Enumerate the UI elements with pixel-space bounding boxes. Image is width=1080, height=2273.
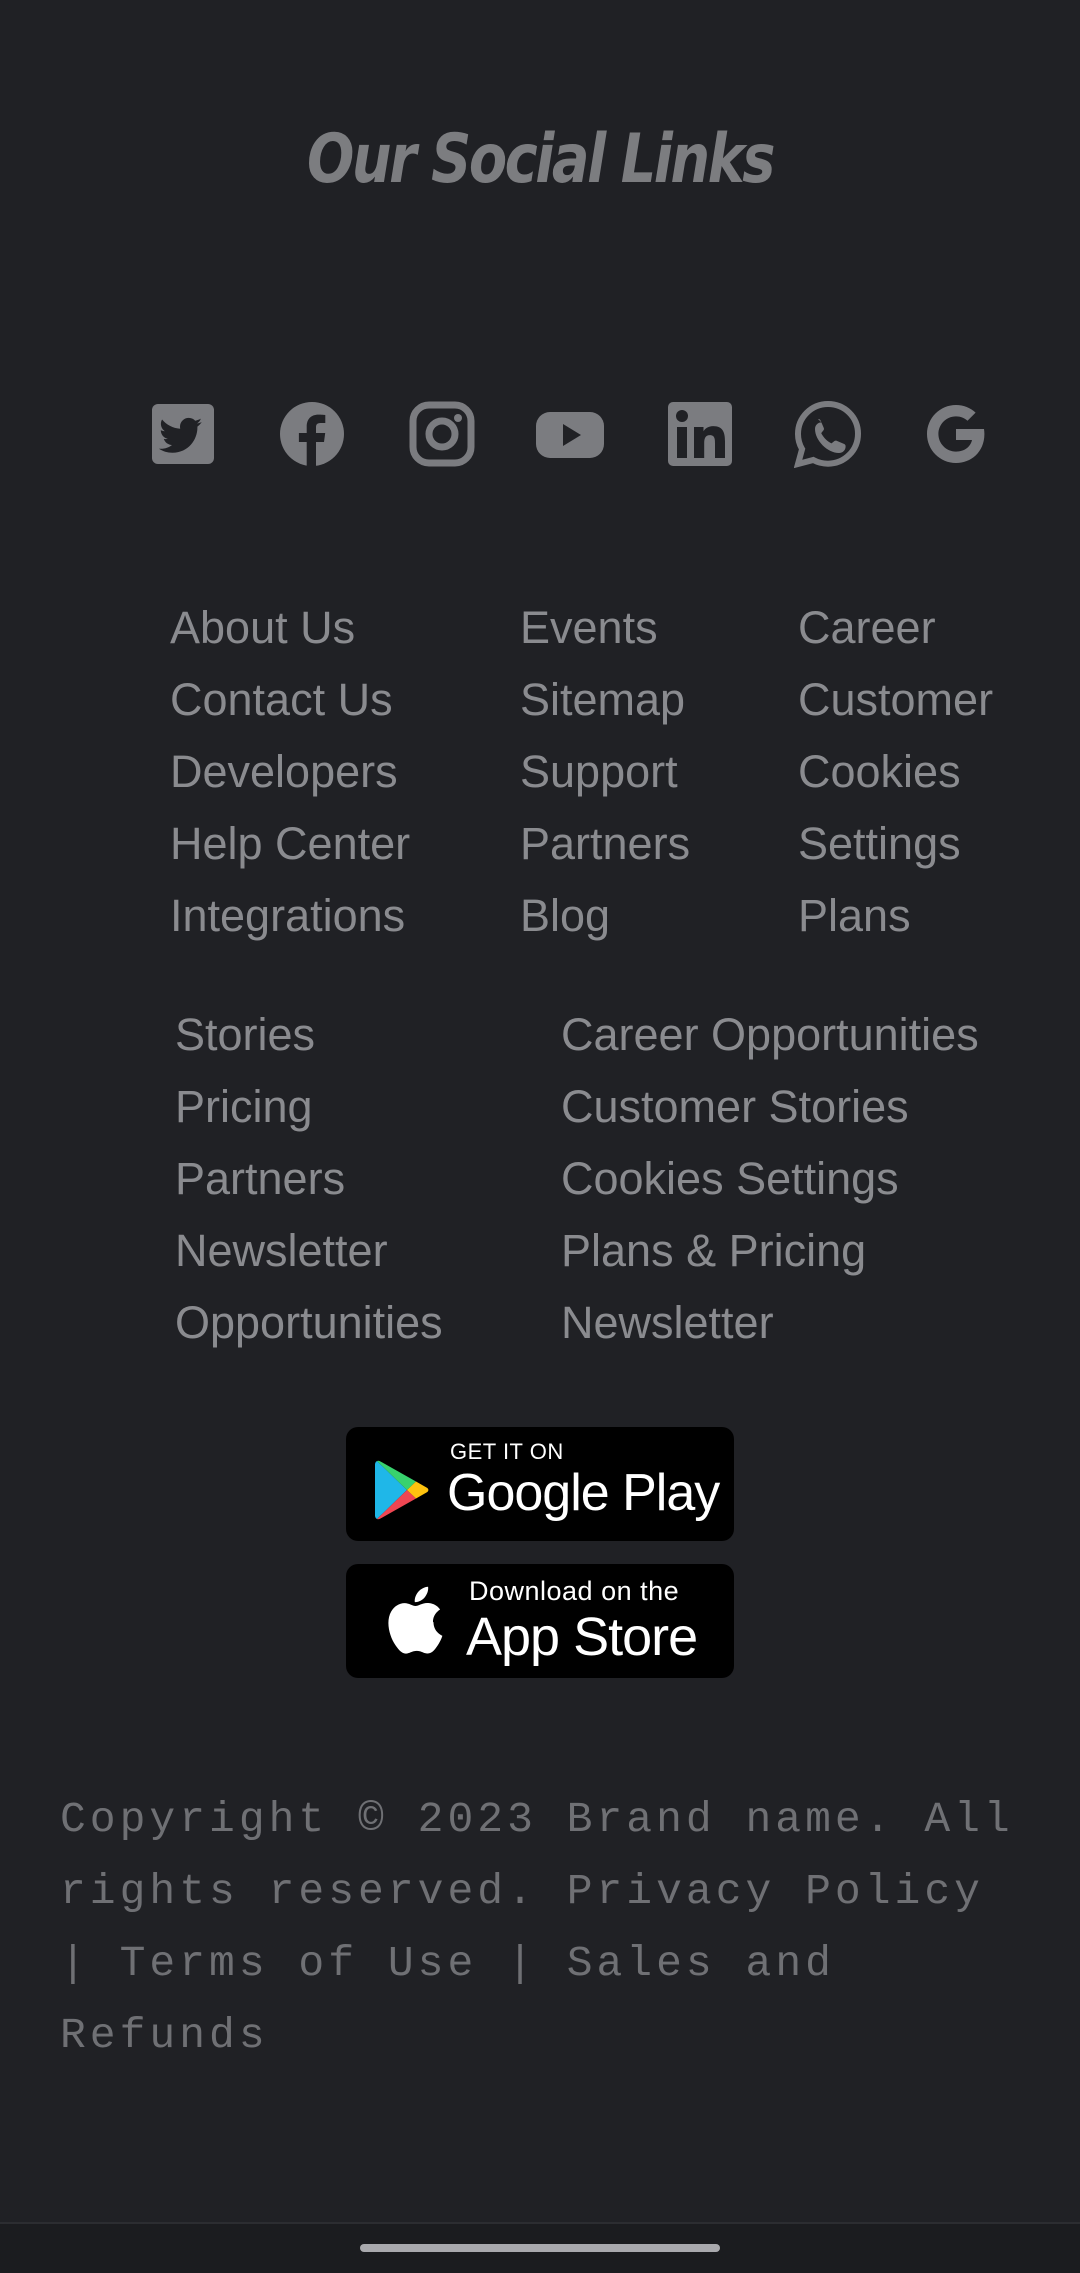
link-developers[interactable]: Developers: [170, 736, 410, 808]
link-settings[interactable]: Settings: [798, 808, 993, 880]
links-column-3: Career Customer Cookies Settings Plans: [798, 592, 993, 952]
section-title: Our Social Links: [306, 120, 776, 199]
facebook-icon[interactable]: [278, 400, 346, 468]
apple-icon: [388, 1586, 443, 1654]
links-column-2: Events Sitemap Support Partners Blog: [520, 592, 690, 952]
whatsapp-icon[interactable]: [794, 400, 862, 468]
link-career-opportunities[interactable]: Career Opportunities: [561, 999, 979, 1071]
social-links-row: [150, 400, 990, 468]
privacy-policy-link[interactable]: Privacy Policy: [567, 1867, 984, 1916]
link-customer[interactable]: Customer: [798, 664, 993, 736]
link-integrations[interactable]: Integrations: [170, 880, 410, 952]
link-partners[interactable]: Partners: [520, 808, 690, 880]
terms-of-use-link[interactable]: Terms of Use: [120, 1939, 478, 1988]
links-column-4: Stories Pricing Partners Newsletter Oppo…: [175, 999, 443, 1359]
instagram-icon[interactable]: [408, 400, 476, 468]
link-newsletter[interactable]: Newsletter: [175, 1215, 443, 1287]
link-sitemap[interactable]: Sitemap: [520, 664, 690, 736]
link-opportunities[interactable]: Opportunities: [175, 1287, 443, 1359]
twitter-icon[interactable]: [150, 400, 218, 468]
linkedin-icon[interactable]: [666, 400, 734, 468]
google-play-small-text: GET IT ON: [450, 1439, 564, 1464]
link-partners-2[interactable]: Partners: [175, 1143, 443, 1215]
google-play-big-text: Google Play: [447, 1464, 720, 1522]
copyright-text: Copyright © 2023 Brand name. All rights …: [60, 1784, 1040, 2072]
google-icon[interactable]: [922, 400, 990, 468]
link-blog[interactable]: Blog: [520, 880, 690, 952]
link-customer-stories[interactable]: Customer Stories: [561, 1071, 979, 1143]
youtube-icon[interactable]: [536, 400, 604, 468]
link-contact-us[interactable]: Contact Us: [170, 664, 410, 736]
link-support[interactable]: Support: [520, 736, 690, 808]
system-navigation-bar: [0, 2222, 1080, 2273]
separator: |: [60, 1939, 120, 1988]
link-events[interactable]: Events: [520, 592, 690, 664]
google-play-icon: [375, 1460, 429, 1520]
links-column-1: About Us Contact Us Developers Help Cent…: [170, 592, 410, 952]
link-pricing[interactable]: Pricing: [175, 1071, 443, 1143]
links-column-5: Career Opportunities Customer Stories Co…: [561, 999, 979, 1359]
link-plans-pricing[interactable]: Plans & Pricing: [561, 1215, 979, 1287]
home-gesture-handle[interactable]: [360, 2244, 720, 2252]
google-play-badge[interactable]: GET IT ON Google Play: [346, 1427, 734, 1541]
footer-links-grid-2: Stories Pricing Partners Newsletter Oppo…: [175, 999, 1055, 1359]
link-plans[interactable]: Plans: [798, 880, 993, 952]
link-stories[interactable]: Stories: [175, 999, 443, 1071]
link-newsletter-2[interactable]: Newsletter: [561, 1287, 979, 1359]
link-help-center[interactable]: Help Center: [170, 808, 410, 880]
link-cookies[interactable]: Cookies: [798, 736, 993, 808]
link-career[interactable]: Career: [798, 592, 993, 664]
link-cookies-settings[interactable]: Cookies Settings: [561, 1143, 979, 1215]
footer-links-grid-1: About Us Contact Us Developers Help Cent…: [170, 592, 1050, 952]
separator: |: [477, 1939, 567, 1988]
app-store-big-text: App Store: [466, 1607, 698, 1667]
app-store-badge[interactable]: Download on the App Store: [346, 1564, 734, 1678]
app-store-small-text: Download on the: [469, 1576, 680, 1606]
link-about-us[interactable]: About Us: [170, 592, 410, 664]
